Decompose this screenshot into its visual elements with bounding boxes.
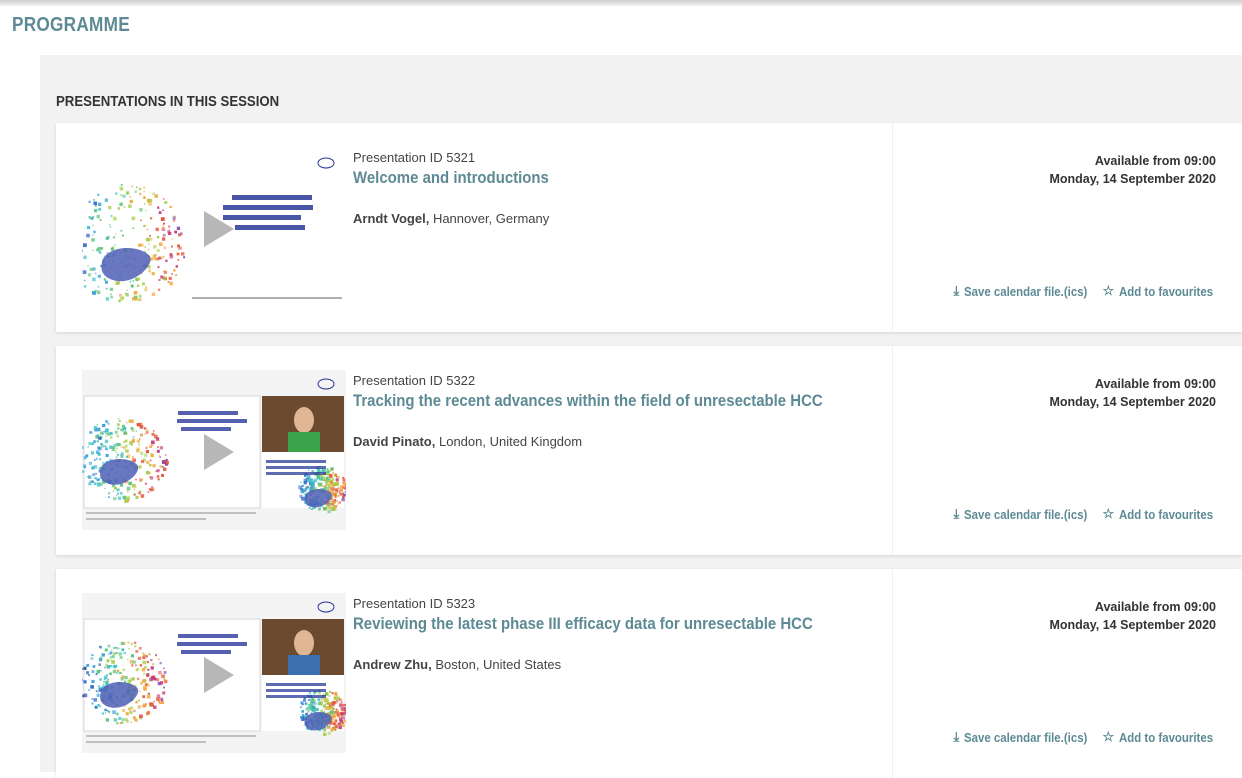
available-date: Monday, 14 September 2020	[1049, 616, 1216, 634]
add-favourites-label: Add to favourites	[1119, 284, 1213, 299]
play-icon[interactable]	[204, 211, 234, 247]
save-calendar-label: Save calendar file.(ics)	[964, 730, 1087, 745]
card-divider	[892, 123, 893, 332]
presentation-id: Presentation ID 5321	[353, 150, 475, 165]
save-calendar-label: Save calendar file.(ics)	[964, 507, 1087, 522]
card-actions: ⤓ Save calendar file.(ics) ☆ Add to favo…	[954, 506, 1213, 522]
speaker-name: David Pinato,	[353, 434, 435, 449]
presentation-card: Presentation ID 5323 Reviewing the lates…	[56, 569, 1242, 778]
download-icon: ⤓	[954, 506, 960, 522]
availability: Available from 09:00 Monday, 14 Septembe…	[1049, 152, 1216, 188]
play-icon[interactable]	[204, 657, 234, 693]
video-thumbnail[interactable]	[82, 370, 346, 530]
card-divider	[892, 346, 893, 555]
add-favourites-button[interactable]: ☆ Add to favourites	[1102, 729, 1212, 745]
add-favourites-button[interactable]: ☆ Add to favourites	[1102, 506, 1212, 522]
presentation-card: Presentation ID 5322 Tracking the recent…	[56, 346, 1242, 555]
availability: Available from 09:00 Monday, 14 Septembe…	[1049, 375, 1216, 411]
available-time: Available from 09:00	[1049, 152, 1216, 170]
add-favourites-label: Add to favourites	[1119, 507, 1213, 522]
card-actions: ⤓ Save calendar file.(ics) ☆ Add to favo…	[954, 729, 1213, 745]
presentation-title[interactable]: Reviewing the latest phase III efficacy …	[353, 614, 813, 634]
presentation-card: Presentation ID 5321 Welcome and introdu…	[56, 123, 1242, 332]
presentation-title[interactable]: Welcome and introductions	[353, 168, 549, 188]
speaker-name: Arndt Vogel,	[353, 211, 429, 226]
presentation-title[interactable]: Tracking the recent advances within the …	[353, 391, 823, 411]
speaker: Arndt Vogel, Hannover, Germany	[353, 211, 549, 226]
speaker: Andrew Zhu, Boston, United States	[353, 657, 561, 672]
download-icon: ⤓	[954, 283, 960, 299]
star-outline-icon: ☆	[1102, 506, 1114, 522]
speaker-location: London, United Kingdom	[439, 434, 582, 449]
available-date: Monday, 14 September 2020	[1049, 393, 1216, 411]
save-calendar-label: Save calendar file.(ics)	[964, 284, 1087, 299]
video-thumbnail[interactable]	[82, 593, 346, 753]
add-favourites-button[interactable]: ☆ Add to favourites	[1102, 283, 1212, 299]
available-time: Available from 09:00	[1049, 375, 1216, 393]
star-outline-icon: ☆	[1102, 283, 1114, 299]
page-title: PROGRAMME	[12, 14, 130, 37]
speaker-name: Andrew Zhu,	[353, 657, 432, 672]
video-thumbnail[interactable]	[82, 147, 346, 307]
card-actions: ⤓ Save calendar file.(ics) ☆ Add to favo…	[954, 283, 1213, 299]
available-date: Monday, 14 September 2020	[1049, 170, 1216, 188]
download-icon: ⤓	[954, 729, 960, 745]
star-outline-icon: ☆	[1102, 729, 1114, 745]
speaker-location: Hannover, Germany	[433, 211, 549, 226]
top-border	[0, 0, 1242, 6]
presentation-id: Presentation ID 5323	[353, 596, 475, 611]
play-icon[interactable]	[204, 434, 234, 470]
save-calendar-button[interactable]: ⤓ Save calendar file.(ics)	[954, 506, 1091, 522]
add-favourites-label: Add to favourites	[1119, 730, 1213, 745]
presentation-id: Presentation ID 5322	[353, 373, 475, 388]
availability: Available from 09:00 Monday, 14 Septembe…	[1049, 598, 1216, 634]
save-calendar-button[interactable]: ⤓ Save calendar file.(ics)	[954, 729, 1091, 745]
available-time: Available from 09:00	[1049, 598, 1216, 616]
save-calendar-button[interactable]: ⤓ Save calendar file.(ics)	[954, 283, 1091, 299]
card-divider	[892, 569, 893, 778]
session-heading: PRESENTATIONS IN THIS SESSION	[56, 93, 279, 110]
session-panel: PRESENTATIONS IN THIS SESSION Presentati…	[40, 55, 1242, 772]
speaker-location: Boston, United States	[435, 657, 561, 672]
speaker: David Pinato, London, United Kingdom	[353, 434, 582, 449]
